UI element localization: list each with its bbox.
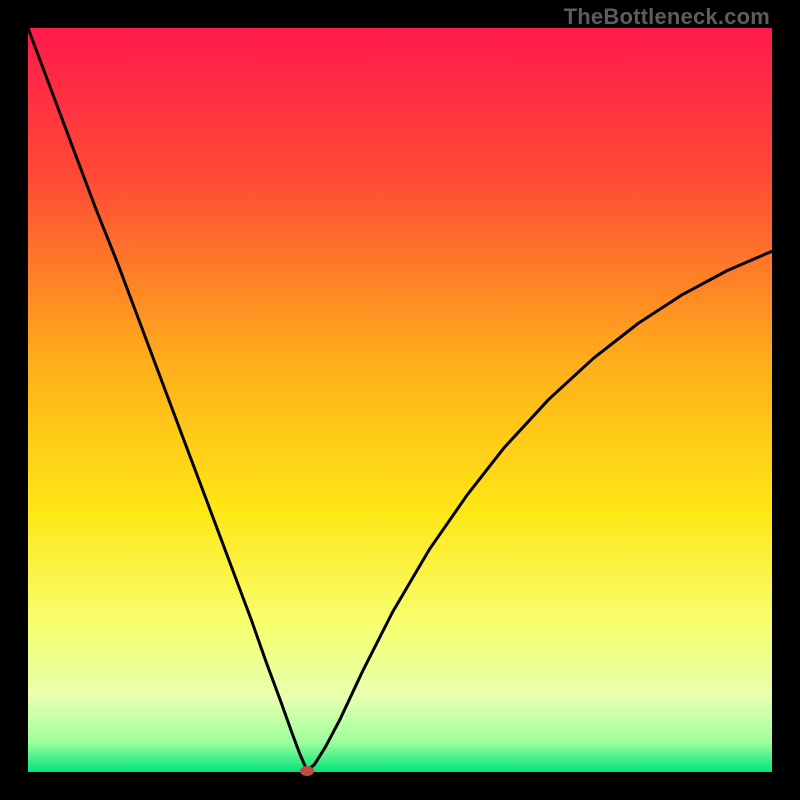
watermark-text: TheBottleneck.com [564,4,770,30]
optimal-marker [300,766,314,776]
chart-frame [28,28,772,772]
plot-svg [28,28,772,772]
gradient-background [28,28,772,772]
